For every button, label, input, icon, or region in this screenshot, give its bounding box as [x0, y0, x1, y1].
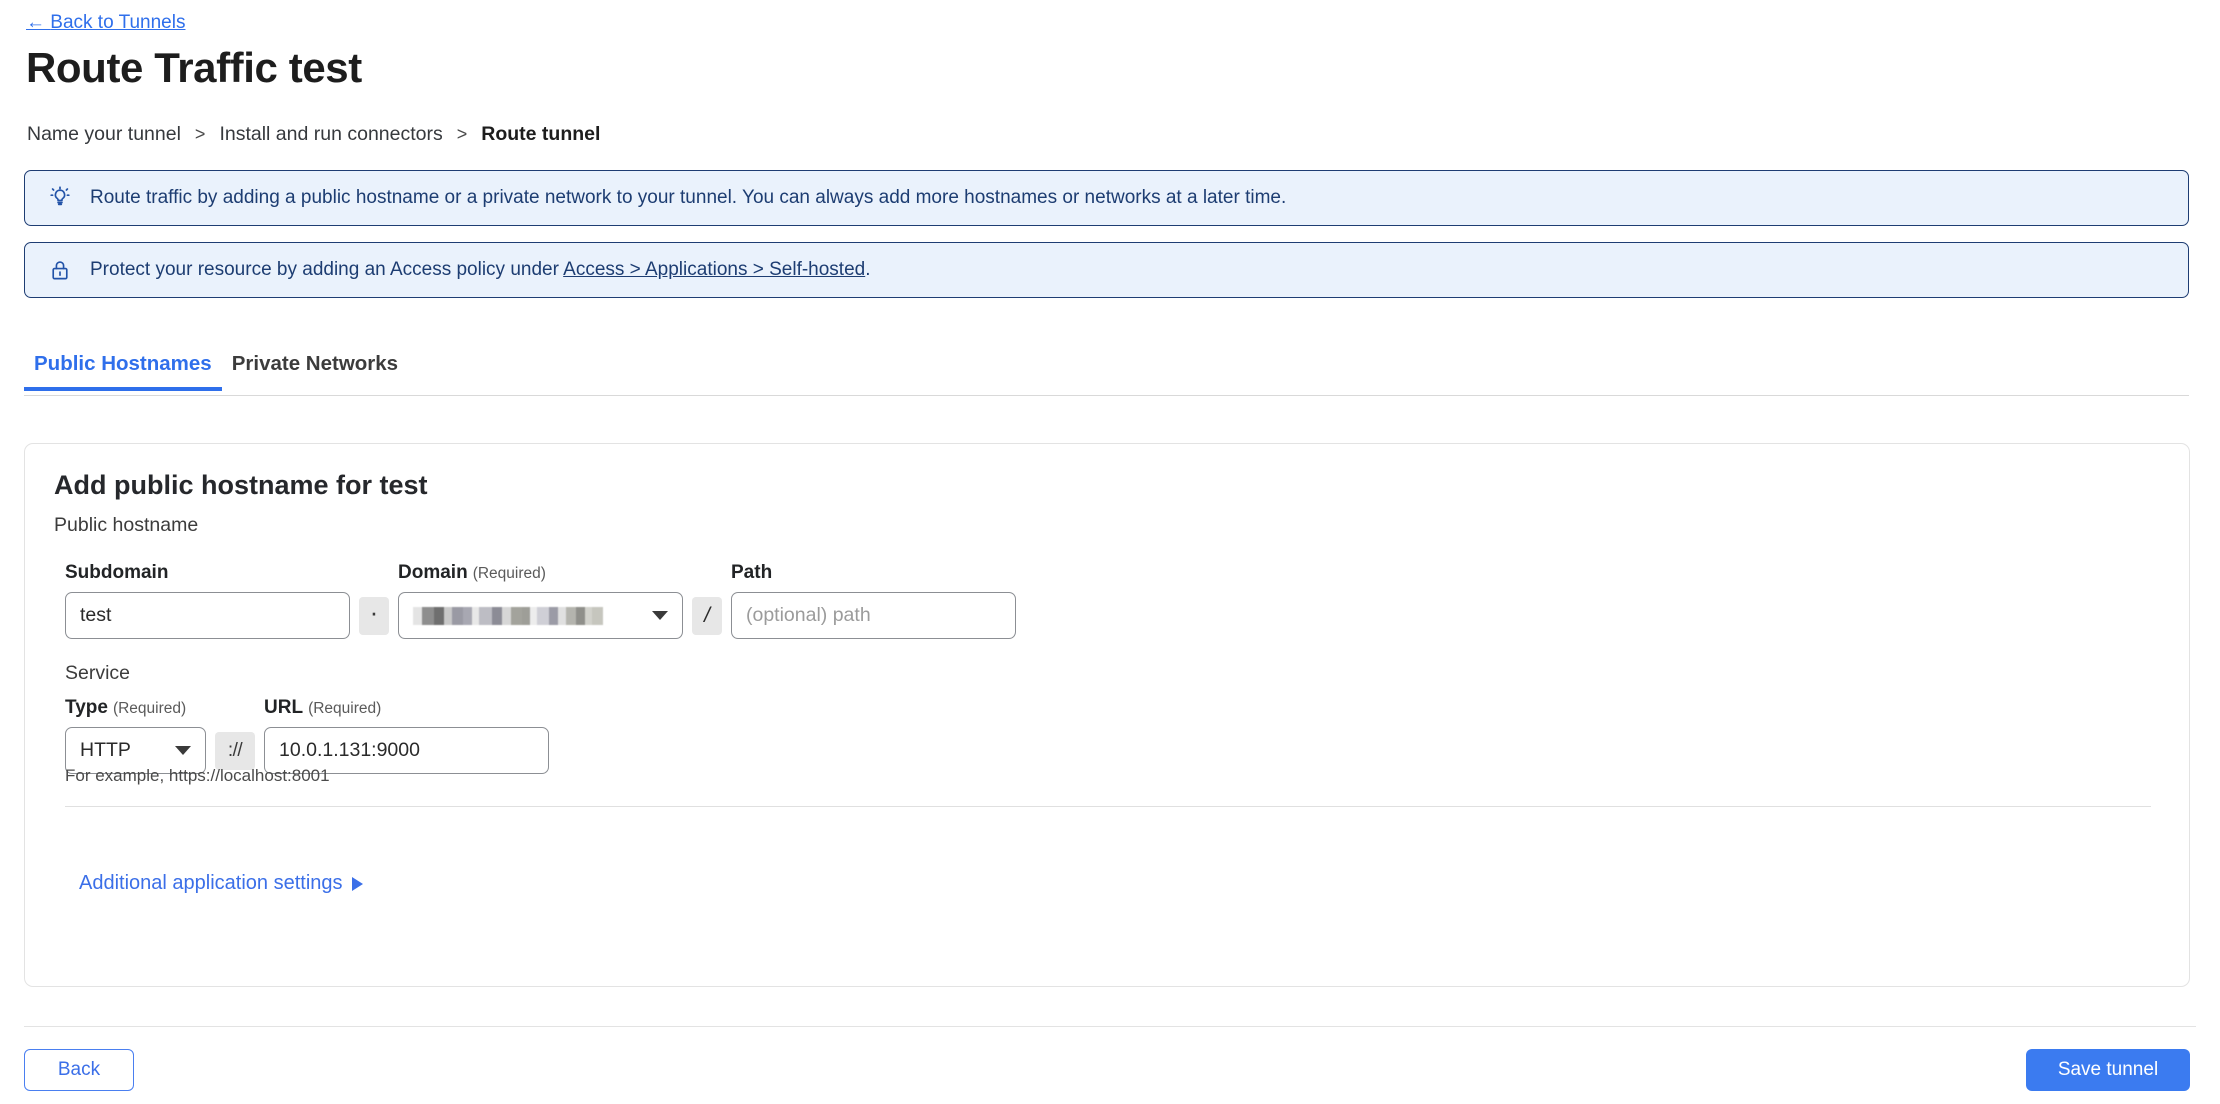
service-url-value: 10.0.1.131:9000	[279, 739, 420, 761]
url-helper-text: For example, https://localhost:8001	[65, 766, 330, 785]
service-row: Type (Required) HTTP :// URL (Required) 10…	[65, 697, 549, 774]
additional-application-settings-toggle[interactable]: Additional application settings	[79, 872, 363, 895]
service-section-label: Service	[65, 662, 131, 684]
tab-public-hostnames[interactable]: Public Hostnames	[24, 352, 222, 391]
back-to-tunnels-link[interactable]: ← Back to Tunnels	[26, 12, 185, 34]
type-label-text: Type	[65, 697, 108, 718]
subdomain-input[interactable]: test	[65, 592, 350, 639]
footer-divider	[24, 1026, 2196, 1027]
access-banner-text-before: Protect your resource by adding an Acces…	[90, 258, 564, 280]
breadcrumb-separator: >	[194, 124, 206, 144]
access-applications-selfhosted-link[interactable]: Access > Applications > Self-hosted	[563, 259, 865, 280]
domain-redacted-value	[413, 603, 603, 629]
breadcrumb-item-route-tunnel: Route tunnel	[481, 123, 601, 145]
add-public-hostname-card: Add public hostname for test Public host…	[24, 443, 2190, 987]
public-hostname-row: Subdomain test · Domain (Required) / Pat…	[65, 562, 1016, 639]
card-divider	[65, 806, 2151, 807]
save-tunnel-button[interactable]: Save tunnel	[2026, 1049, 2190, 1091]
slash-separator: /	[692, 597, 722, 635]
breadcrumb-item-install-and-run-connectors[interactable]: Install and run connectors	[219, 123, 442, 146]
access-banner-text-after: .	[865, 258, 871, 280]
url-label: URL (Required)	[264, 697, 549, 719]
dot-separator: ·	[359, 597, 389, 635]
left-arrow-icon: ←	[26, 12, 45, 33]
type-required-hint: (Required)	[112, 700, 187, 717]
access-banner-text: Protect your resource by adding an Acces…	[90, 259, 871, 282]
lightbulb-icon	[47, 185, 73, 211]
breadcrumb-separator: >	[456, 124, 468, 144]
service-type-value: HTTP	[80, 739, 131, 761]
additional-application-settings-label: Additional application settings	[79, 872, 343, 894]
subdomain-label: Subdomain	[65, 562, 350, 584]
path-input[interactable]: (optional) path	[731, 592, 1016, 639]
domain-label: Domain (Required)	[398, 562, 683, 584]
domain-label-text: Domain	[398, 562, 468, 583]
tab-bar: Public Hostnames Private Networks	[24, 352, 2189, 396]
route-tunnel-page: ← Back to Tunnels Route Traffic test Nam…	[0, 0, 2220, 1104]
path-label: Path	[731, 562, 1016, 584]
chevron-down-icon	[175, 746, 191, 755]
url-required-hint: (Required)	[308, 700, 382, 717]
path-placeholder: (optional) path	[746, 604, 871, 626]
chevron-down-icon	[652, 611, 668, 620]
protocol-separator: ://	[215, 732, 255, 770]
back-button[interactable]: Back	[24, 1049, 134, 1091]
breadcrumb-item-name-your-tunnel[interactable]: Name your tunnel	[27, 123, 181, 146]
breadcrumb: Name your tunnel > Install and run conne…	[27, 123, 600, 146]
path-group: Path (optional) path	[731, 562, 1016, 639]
domain-group: Domain (Required)	[398, 562, 683, 639]
type-group: Type (Required) HTTP	[65, 697, 206, 774]
url-group: URL (Required) 10.0.1.131:9000	[264, 697, 549, 774]
type-label: Type (Required)	[65, 697, 206, 719]
page-title: Route Traffic test	[26, 44, 362, 91]
back-to-tunnels-label: Back to Tunnels	[50, 12, 186, 33]
card-title: Add public hostname for test	[54, 470, 428, 500]
subdomain-group: Subdomain test	[65, 562, 350, 639]
tab-private-networks[interactable]: Private Networks	[222, 352, 408, 389]
lock-icon	[47, 257, 73, 283]
path-label-text: Path	[731, 562, 773, 583]
subdomain-label-text: Subdomain	[65, 562, 169, 583]
subdomain-value: test	[80, 604, 112, 626]
info-banner-text: Route traffic by adding a public hostnam…	[90, 186, 1287, 208]
domain-select[interactable]	[398, 592, 683, 639]
domain-required-hint: (Required)	[472, 565, 546, 582]
info-banner-access-policy: Protect your resource by adding an Acces…	[24, 242, 2189, 298]
chevron-right-icon	[351, 876, 363, 891]
card-subtitle: Public hostname	[54, 514, 199, 536]
url-label-text: URL	[264, 697, 304, 718]
info-banner-route-traffic: Route traffic by adding a public hostnam…	[24, 170, 2189, 226]
